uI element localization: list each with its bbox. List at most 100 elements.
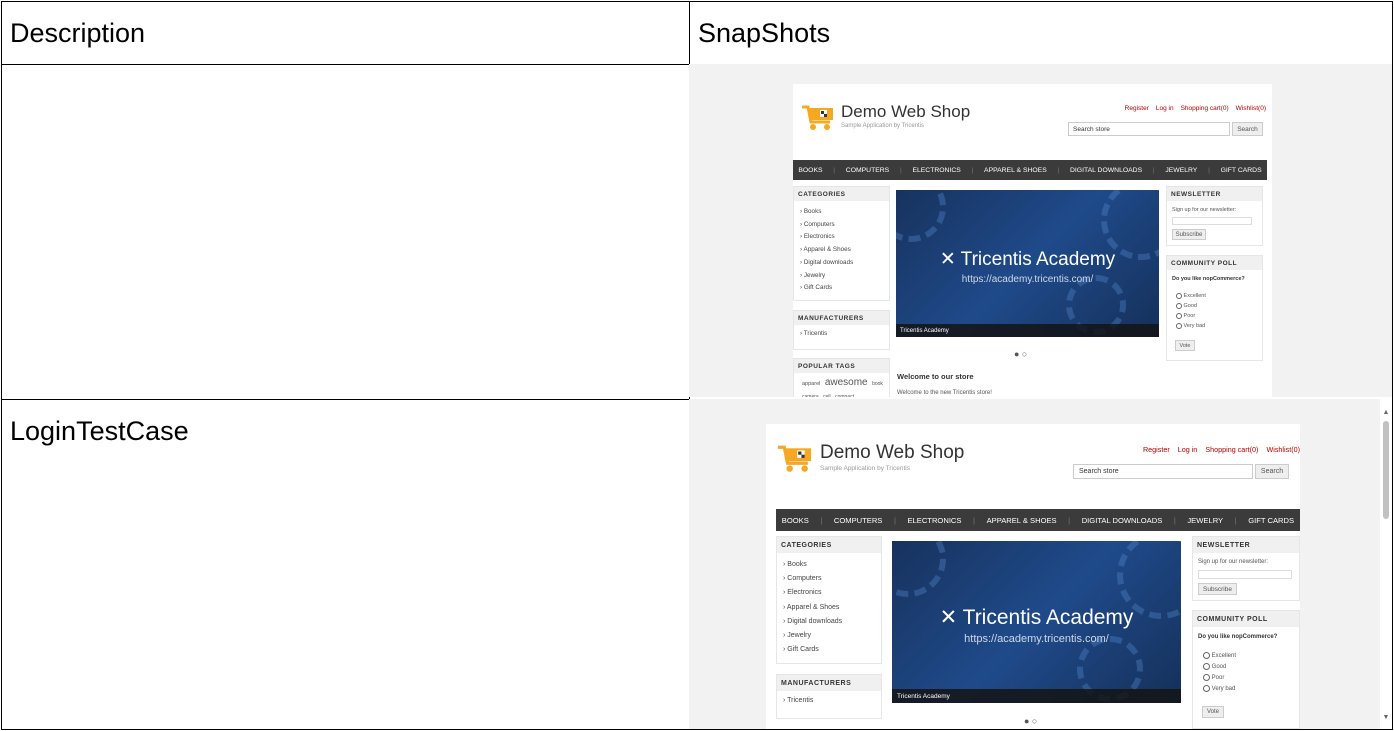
newsletter-label: Sign up for our newsletter: xyxy=(1172,207,1237,213)
poll-option-very-bad[interactable]: Very bad xyxy=(1176,321,1206,331)
shop-title[interactable]: Demo Web Shop xyxy=(820,442,964,464)
banner-caption: Tricentis Academy xyxy=(892,689,1181,703)
category-books[interactable]: › Books xyxy=(800,206,889,219)
banner-url: https://academy.tricentis.com/ xyxy=(964,633,1109,645)
tag-apparel[interactable]: apparel xyxy=(802,381,820,387)
register-link[interactable]: Register xyxy=(1125,105,1149,112)
slider-dots[interactable]: ● ○ xyxy=(1014,349,1027,359)
subscribe-button[interactable]: Subscribe xyxy=(1172,229,1206,240)
menu-electronics[interactable]: ELECTRONICS xyxy=(912,167,960,174)
welcome-title: Welcome to our store xyxy=(897,372,974,381)
menu-gift-cards[interactable]: GIFT CARDS xyxy=(1248,516,1294,525)
category-books[interactable]: › Books xyxy=(783,558,881,572)
search-button[interactable]: Search xyxy=(1255,464,1289,479)
scrollbar[interactable]: ▲ ▼ xyxy=(1380,399,1392,729)
shop-title[interactable]: Demo Web Shop xyxy=(841,102,970,122)
menu-books[interactable]: BOOKS xyxy=(798,167,822,174)
top-menu: BOOKS | COMPUTERS | ELECTRONICS | APPAREL &… xyxy=(776,509,1300,531)
poll-title: COMMUNITY POLL xyxy=(1193,611,1299,627)
tag-cell[interactable]: cell xyxy=(823,394,831,397)
row-2-description: LoginTestCase xyxy=(10,416,189,446)
snapshot-1: Demo Web Shop Sample Application by Tric… xyxy=(689,64,1392,397)
shopping-cart-link[interactable]: Shopping cart(0) xyxy=(1205,445,1258,454)
poll-option-good[interactable]: Good xyxy=(1203,662,1236,673)
slider-dots[interactable]: ● ○ xyxy=(1024,716,1037,726)
search-input[interactable]: Search store xyxy=(1073,464,1253,479)
newsletter-email-input[interactable] xyxy=(1172,217,1252,225)
menu-computers[interactable]: COMPUTERS xyxy=(846,167,889,174)
wishlist-link[interactable]: Wishlist(0) xyxy=(1266,445,1300,454)
menu-jewelry[interactable]: JEWELRY xyxy=(1165,167,1197,174)
poll-option-poor[interactable]: Poor xyxy=(1176,311,1206,321)
category-computers[interactable]: › Computers xyxy=(783,572,881,586)
menu-gift-cards[interactable]: GIFT CARDS xyxy=(1221,167,1262,174)
categories-title: CATEGORIES xyxy=(777,537,881,553)
newsletter-title: NEWSLETTER xyxy=(1167,187,1262,201)
shop-subtitle: Sample Application by Tricentis xyxy=(820,465,910,472)
popular-tags-block: POPULAR TAGS apparel awesome book camera… xyxy=(793,358,890,397)
manufacturers-block: MANUFACTURERS › Tricentis xyxy=(776,674,882,719)
scrollbar-thumb[interactable] xyxy=(1383,421,1389,519)
tag-book[interactable]: book xyxy=(872,381,883,387)
menu-apparel-shoes[interactable]: APPAREL & SHOES xyxy=(984,167,1047,174)
vote-button[interactable]: Vote xyxy=(1202,706,1224,718)
newsletter-title: NEWSLETTER xyxy=(1193,537,1299,553)
banner-caption: Tricentis Academy xyxy=(896,324,1159,337)
manufacturer-tricentis[interactable]: › Tricentis xyxy=(800,330,889,337)
category-electronics[interactable]: › Electronics xyxy=(783,586,881,600)
poll-option-excellent[interactable]: Excellent xyxy=(1203,651,1236,662)
vote-button[interactable]: Vote xyxy=(1175,340,1195,351)
tag-camera[interactable]: camera xyxy=(802,394,819,397)
manufacturers-title: MANUFACTURERS xyxy=(794,311,889,325)
menu-apparel-shoes[interactable]: APPAREL & SHOES xyxy=(987,516,1057,525)
category-apparel-shoes[interactable]: › Apparel & Shoes xyxy=(783,601,881,615)
manufacturer-tricentis[interactable]: › Tricentis xyxy=(783,697,881,704)
menu-digital-downloads[interactable]: DIGITAL DOWNLOADS xyxy=(1082,516,1163,525)
category-gift-cards[interactable]: › Gift Cards xyxy=(800,282,889,295)
banner-logo-text: ✕ Tricentis Academy xyxy=(939,606,1134,629)
shop-page: Demo Web Shop Sample Application by Tric… xyxy=(793,84,1272,397)
popular-tags-title: POPULAR TAGS xyxy=(794,359,889,373)
subscribe-button[interactable]: Subscribe xyxy=(1198,583,1237,595)
menu-computers[interactable]: COMPUTERS xyxy=(834,516,883,525)
categories-block: CATEGORIES › Books › Computers › Electro… xyxy=(793,186,890,301)
search-button[interactable]: Search xyxy=(1232,122,1263,136)
poll-option-good[interactable]: Good xyxy=(1176,301,1206,311)
tag-compact[interactable]: compact xyxy=(835,394,854,397)
newsletter-email-input[interactable] xyxy=(1198,570,1292,579)
poll-question: Do you like nopCommerce? xyxy=(1198,634,1278,640)
banner-slider[interactable]: ✕ Tricentis Academy https://academy.tric… xyxy=(896,190,1159,337)
category-computers[interactable]: › Computers xyxy=(800,219,889,232)
category-digital-downloads[interactable]: › Digital downloads xyxy=(800,257,889,270)
wishlist-link[interactable]: Wishlist(0) xyxy=(1236,105,1266,112)
header-snapshots: SnapShots xyxy=(698,17,831,48)
scroll-up-icon[interactable]: ▲ xyxy=(1380,409,1392,416)
newsletter-label: Sign up for our newsletter: xyxy=(1198,559,1269,565)
shop-page: Demo Web Shop Sample Application by Tric… xyxy=(766,424,1300,729)
shopping-cart-link[interactable]: Shopping cart(0) xyxy=(1181,105,1229,112)
poll-option-excellent[interactable]: Excellent xyxy=(1176,291,1206,301)
banner-slider[interactable]: ✕ Tricentis Academy https://academy.tric… xyxy=(892,541,1181,703)
category-gift-cards[interactable]: › Gift Cards xyxy=(783,643,881,657)
poll-option-very-bad[interactable]: Very bad xyxy=(1203,684,1236,695)
menu-jewelry[interactable]: JEWELRY xyxy=(1187,516,1223,525)
menu-digital-downloads[interactable]: DIGITAL DOWNLOADS xyxy=(1070,167,1142,174)
search-input[interactable]: Search store xyxy=(1068,122,1230,136)
banner-url: https://academy.tricentis.com/ xyxy=(961,274,1094,285)
header-links: Register Log in Shopping cart(0) Wishlis… xyxy=(1125,105,1266,112)
scroll-down-icon[interactable]: ▼ xyxy=(1380,714,1392,721)
login-link[interactable]: Log in xyxy=(1178,445,1198,454)
login-link[interactable]: Log in xyxy=(1156,105,1174,112)
category-jewelry[interactable]: › Jewelry xyxy=(783,629,881,643)
category-electronics[interactable]: › Electronics xyxy=(800,231,889,244)
menu-books[interactable]: BOOKS xyxy=(782,516,809,525)
snapshot-2: Demo Web Shop Sample Application by Tric… xyxy=(689,399,1392,729)
category-jewelry[interactable]: › Jewelry xyxy=(800,270,889,283)
poll-option-poor[interactable]: Poor xyxy=(1203,673,1236,684)
category-digital-downloads[interactable]: › Digital downloads xyxy=(783,615,881,629)
register-link[interactable]: Register xyxy=(1143,445,1170,454)
tag-awesome[interactable]: awesome xyxy=(825,377,868,388)
poll-title: COMMUNITY POLL xyxy=(1167,256,1262,270)
menu-electronics[interactable]: ELECTRONICS xyxy=(907,516,961,525)
category-apparel-shoes[interactable]: › Apparel & Shoes xyxy=(800,244,889,257)
